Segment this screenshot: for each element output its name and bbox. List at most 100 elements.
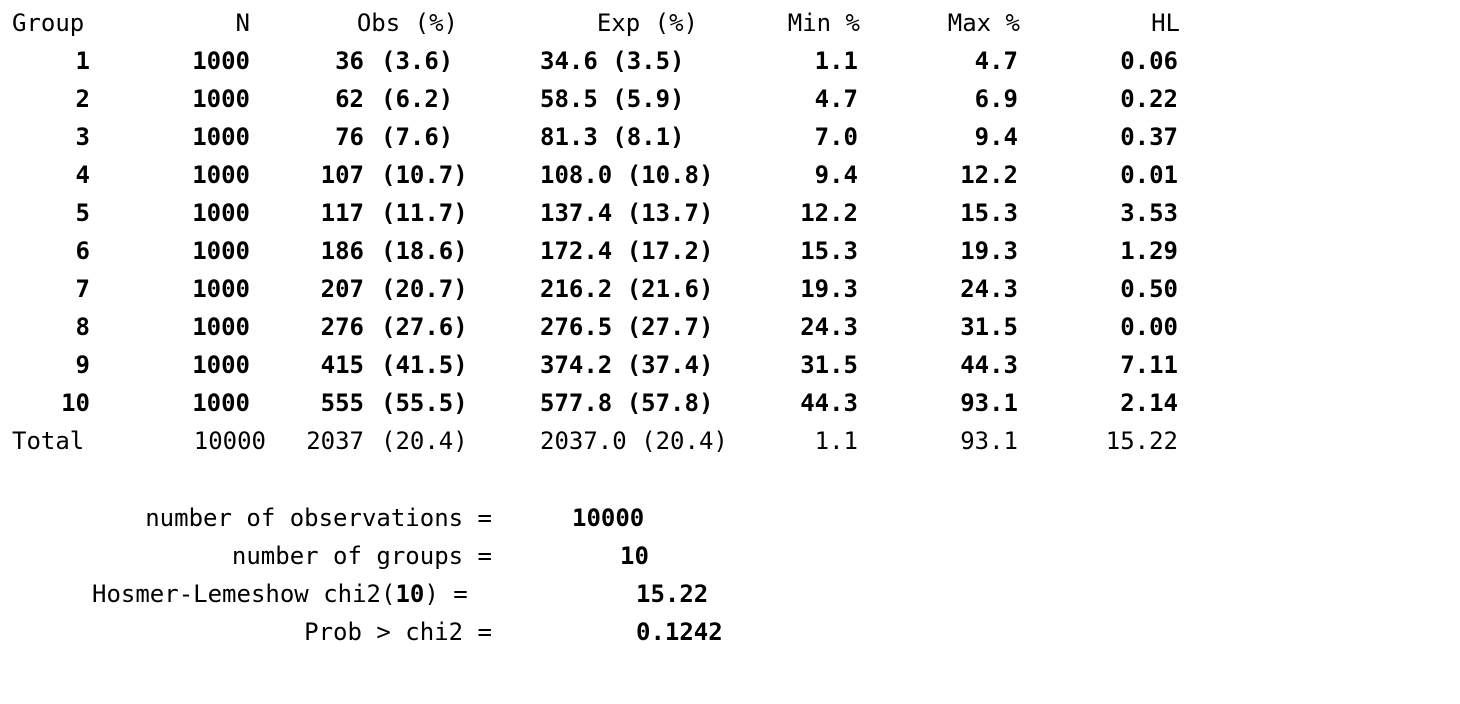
cell-group: 2 bbox=[75, 85, 90, 113]
obs-count-label: number of observations = bbox=[145, 504, 492, 532]
cell-hl: 7.11 bbox=[1120, 351, 1178, 379]
cell-obs-pct: (7.6) bbox=[381, 123, 454, 151]
cell-group: 9 bbox=[75, 351, 90, 379]
cell-group: 7 bbox=[75, 275, 90, 303]
column-header-hl: HL bbox=[1151, 9, 1180, 37]
cell-n: 1000 bbox=[192, 199, 250, 227]
cell-max: 12.2 bbox=[960, 161, 1018, 189]
cell-min: 1.1 bbox=[814, 427, 858, 455]
prob-label: Prob > chi2 = bbox=[304, 618, 492, 646]
cell-hl: 0.50 bbox=[1120, 275, 1178, 303]
cell-max: 15.3 bbox=[960, 199, 1018, 227]
cell-max: 9.4 bbox=[974, 123, 1018, 151]
cell-obs-count: 186 bbox=[320, 237, 364, 265]
table-row: 101000555 (55.5)555(55.5)577.8 (57.8)577… bbox=[0, 384, 1460, 422]
column-header-exp: Exp (%) bbox=[596, 9, 698, 37]
column-header-max: Max % bbox=[947, 9, 1020, 37]
table-row: 3100076 (7.6)76(7.6)81.3 (8.1)81.3 (8.1)… bbox=[0, 118, 1460, 156]
cell-max: 24.3 bbox=[960, 275, 1018, 303]
groups-count-label: number of groups = bbox=[231, 542, 492, 570]
cell-min: 4.7 bbox=[814, 85, 858, 113]
cell-obs-pct: (10.7) bbox=[381, 161, 468, 189]
table-header-row: Group N Obs (%) Exp (%) Min % Max % HL bbox=[0, 4, 1460, 42]
cell-obs-pct: (55.5) bbox=[381, 389, 468, 417]
column-header-n: N bbox=[235, 9, 250, 37]
table-row: 61000186 (18.6)186(18.6)172.4 (17.2)172.… bbox=[0, 232, 1460, 270]
cell-min: 19.3 bbox=[800, 275, 858, 303]
cell-obs-count: 276 bbox=[320, 313, 364, 341]
prob-value: 0.1242 bbox=[636, 618, 723, 646]
cell-exp-display: 137.4 (13.7) bbox=[540, 199, 714, 227]
hl-stat-label: Hosmer-Lemeshow chi2(10) = bbox=[92, 575, 468, 613]
cell-group: 10 bbox=[61, 389, 90, 417]
obs-count-line: number of observations = 10000 bbox=[0, 499, 1460, 537]
cell-group: 1 bbox=[75, 47, 90, 75]
cell-n: 1000 bbox=[192, 351, 250, 379]
cell-n: 1000 bbox=[192, 313, 250, 341]
cell-n: 1000 bbox=[192, 237, 250, 265]
cell-obs-count: 415 bbox=[320, 351, 364, 379]
cell-group: 8 bbox=[75, 313, 90, 341]
table-row: 51000117 (11.7)117(11.7)137.4 (13.7)137.… bbox=[0, 194, 1460, 232]
hl-stat-value: 15.22 bbox=[636, 580, 709, 608]
table-row: 91000415 (41.5)415(41.5)374.2 (37.4)374.… bbox=[0, 346, 1460, 384]
cell-max: 31.5 bbox=[960, 313, 1018, 341]
cell-exp-display: 108.0 (10.8) bbox=[540, 161, 714, 189]
groups-count-line: number of groups = 10 bbox=[0, 537, 1460, 575]
cell-obs-count: 117 bbox=[320, 199, 364, 227]
table-row: 81000276 (27.6)276(27.6)276.5 (27.7)276.… bbox=[0, 308, 1460, 346]
cell-obs-count: 207 bbox=[320, 275, 364, 303]
prob-line: Prob > chi2 = 0.1242 bbox=[0, 613, 1460, 651]
cell-obs-count: 62 bbox=[335, 85, 364, 113]
cell-exp-display: 216.2 (21.6) bbox=[540, 275, 714, 303]
hl-stat-label-pre: Hosmer-Lemeshow chi2( bbox=[92, 580, 396, 608]
hl-stat-label-post: ) = bbox=[424, 580, 468, 608]
table-row: 71000207 (20.7)207(20.7)216.2 (21.6)216.… bbox=[0, 270, 1460, 308]
cell-min: 44.3 bbox=[800, 389, 858, 417]
cell-exp-display: 172.4 (17.2) bbox=[540, 237, 714, 265]
cell-group: 3 bbox=[75, 123, 90, 151]
cell-hl: 0.37 bbox=[1120, 123, 1178, 151]
table-row: 41000107 (10.7)107(10.7)108.0 (10.8)108.… bbox=[0, 156, 1460, 194]
cell-obs-pct: (11.7) bbox=[381, 199, 468, 227]
cell-hl: 15.22 bbox=[1105, 427, 1178, 455]
cell-exp-display: 276.5 (27.7) bbox=[540, 313, 714, 341]
table-row: 2100062 (6.2)62(6.2)58.5 (5.9)58.5 (5.9)… bbox=[0, 80, 1460, 118]
cell-hl: 0.06 bbox=[1120, 47, 1178, 75]
cell-obs-pct: (41.5) bbox=[381, 351, 468, 379]
cell-min: 1.1 bbox=[814, 47, 858, 75]
cell-hl: 0.22 bbox=[1120, 85, 1178, 113]
cell-obs-pct: (6.2) bbox=[381, 85, 454, 113]
cell-min: 24.3 bbox=[800, 313, 858, 341]
cell-min: 9.4 bbox=[814, 161, 858, 189]
cell-exp-display: 374.2 (37.4) bbox=[540, 351, 714, 379]
cell-max: 4.7 bbox=[974, 47, 1018, 75]
cell-obs-count: 76 bbox=[335, 123, 364, 151]
cell-min: 31.5 bbox=[800, 351, 858, 379]
cell-hl: 0.01 bbox=[1120, 161, 1178, 189]
cell-obs-pct: (20.7) bbox=[381, 275, 468, 303]
cell-hl: 0.00 bbox=[1120, 313, 1178, 341]
cell-max: 44.3 bbox=[960, 351, 1018, 379]
cell-n: 1000 bbox=[192, 161, 250, 189]
cell-n: 1000 bbox=[192, 47, 250, 75]
cell-obs-count: 36 bbox=[335, 47, 364, 75]
cell-hl: 1.29 bbox=[1120, 237, 1178, 265]
cell-n: 1000 bbox=[192, 85, 250, 113]
cell-min: 7.0 bbox=[814, 123, 858, 151]
cell-group: Total bbox=[12, 427, 85, 455]
cell-hl: 2.14 bbox=[1120, 389, 1178, 417]
cell-n: 10000 bbox=[193, 427, 266, 455]
cell-exp-display: 577.8 (57.8) bbox=[540, 389, 714, 417]
groups-count-value: 10 bbox=[620, 542, 649, 570]
hl-stat-line: Hosmer-Lemeshow chi2(10) = 15.22 bbox=[0, 575, 1460, 613]
cell-hl: 3.53 bbox=[1120, 199, 1178, 227]
table-row: 1100036 (3.6)36(3.6)34.6 (3.5)34.6 (3.5)… bbox=[0, 42, 1460, 80]
hl-stat-df: 10 bbox=[395, 580, 425, 608]
cell-obs-pct: (3.6) bbox=[381, 47, 454, 75]
cell-min: 12.2 bbox=[800, 199, 858, 227]
cell-obs-count: 2037 bbox=[306, 427, 364, 455]
cell-max: 19.3 bbox=[960, 237, 1018, 265]
cell-obs-count: 555 bbox=[320, 389, 364, 417]
cell-max: 93.1 bbox=[960, 389, 1018, 417]
